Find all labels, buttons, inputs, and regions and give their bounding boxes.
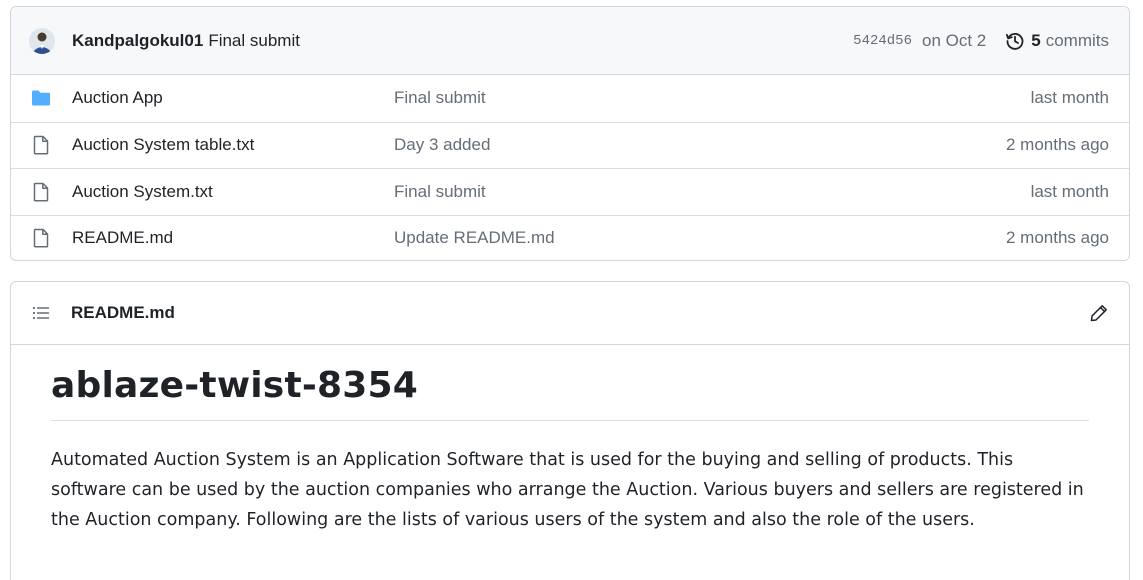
readme-paragraph: Automated Auction System is an Applicati… bbox=[51, 450, 1084, 530]
file-commit-age: 2 months ago bbox=[1005, 228, 1109, 248]
file-name-link[interactable]: Auction System.txt bbox=[72, 182, 394, 202]
user-avatar-icon bbox=[29, 27, 55, 54]
file-commit-age: 2 months ago bbox=[1005, 135, 1109, 155]
file-icon bbox=[31, 135, 51, 155]
pencil-edit-icon[interactable] bbox=[1089, 303, 1109, 323]
readme-heading: ablaze-twist-8354 bbox=[51, 365, 1089, 421]
file-list: Auction App Final submit last month Auction… bbox=[11, 75, 1129, 261]
file-name-link[interactable]: Auction System table.txt bbox=[72, 135, 394, 155]
file-name-link[interactable]: Auction App bbox=[72, 88, 394, 108]
file-row[interactable]: Auction App Final submit last month bbox=[11, 75, 1129, 122]
file-browser: Kandpalgokul01 Final submit 5424d56 on O… bbox=[10, 6, 1130, 261]
folder-icon bbox=[31, 88, 51, 108]
avatar[interactable] bbox=[29, 27, 55, 54]
commit-date: on Oct 2 bbox=[921, 30, 987, 50]
latest-commit-bar: Kandpalgokul01 Final submit 5424d56 on O… bbox=[11, 7, 1129, 75]
commit-sha[interactable]: 5424d56 bbox=[853, 33, 912, 49]
file-commit-message[interactable]: Final submit bbox=[394, 88, 486, 108]
commits-count: 5 bbox=[1031, 30, 1041, 50]
commits-history-link[interactable]: 5 commits bbox=[1005, 31, 1109, 51]
file-name-link[interactable]: README.md bbox=[72, 228, 394, 248]
readme-content: ablaze-twist-8354 Automated Auction Syst… bbox=[11, 345, 1129, 535]
file-row[interactable]: Auction System.txt Final submit last month bbox=[11, 168, 1129, 215]
commit-message[interactable]: Final submit bbox=[208, 31, 300, 51]
file-commit-message[interactable]: Update README.md bbox=[394, 228, 555, 248]
readme-filename[interactable]: README.md bbox=[71, 303, 175, 323]
readme-panel: README.md ablaze-twist-8354 Automated Au… bbox=[10, 281, 1130, 580]
history-icon bbox=[1005, 31, 1025, 51]
outline-list-icon[interactable] bbox=[31, 303, 51, 323]
file-icon bbox=[31, 182, 51, 202]
file-commit-age: last month bbox=[1030, 88, 1109, 108]
commits-label: commits bbox=[1045, 30, 1109, 50]
file-commit-message[interactable]: Day 3 added bbox=[394, 135, 490, 155]
readme-header: README.md bbox=[11, 282, 1129, 345]
file-row[interactable]: README.md Update README.md 2 months ago bbox=[11, 214, 1129, 261]
file-commit-message[interactable]: Final submit bbox=[394, 182, 486, 202]
file-commit-age: last month bbox=[1030, 181, 1109, 201]
file-icon bbox=[31, 228, 51, 248]
commit-author[interactable]: Kandpalgokul01 bbox=[72, 31, 203, 51]
file-row[interactable]: Auction System table.txt Day 3 added 2 mon… bbox=[11, 121, 1129, 169]
